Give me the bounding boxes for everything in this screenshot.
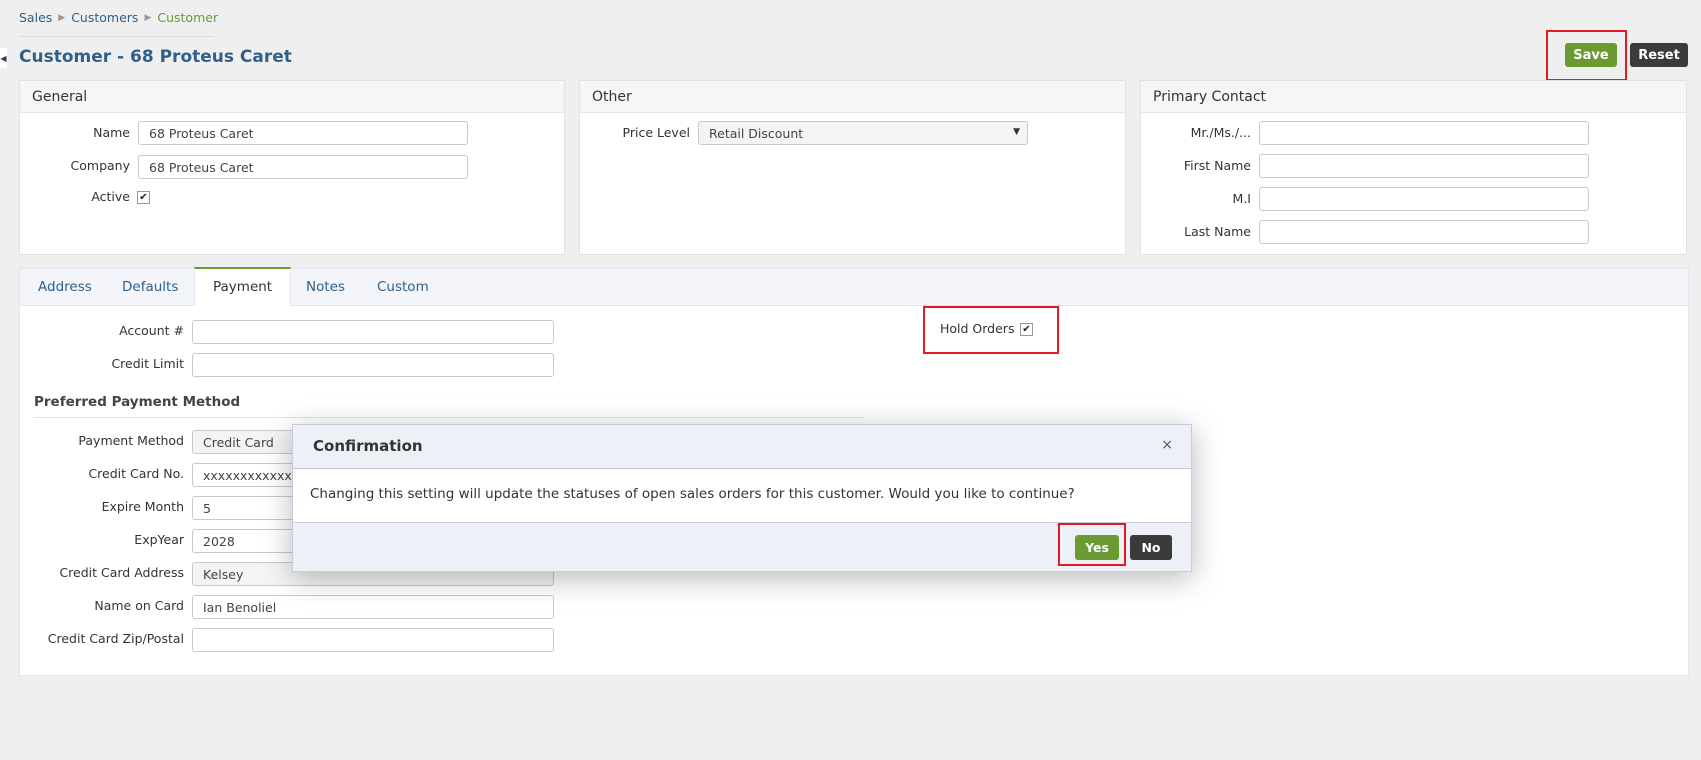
zip-label: Credit Card Zip/Postal (47, 631, 184, 646)
breadcrumb-sales[interactable]: Sales (19, 10, 52, 25)
sidebar-toggle[interactable]: ◀ (0, 48, 7, 68)
check-icon: ✔ (1022, 324, 1031, 335)
price-level-label: Price Level (622, 125, 690, 140)
card-address-label: Credit Card Address (59, 565, 184, 580)
general-panel-title: General (20, 81, 564, 113)
yes-button[interactable]: Yes (1075, 535, 1119, 560)
confirmation-dialog: Confirmation × Changing this setting wil… (292, 424, 1192, 572)
mi-input[interactable] (1259, 187, 1589, 211)
active-checkbox[interactable]: ✔ (137, 191, 150, 204)
no-button[interactable]: No (1130, 535, 1172, 560)
breadcrumb-customer: Customer (157, 10, 219, 25)
dialog-message: Changing this setting will update the st… (293, 468, 1191, 523)
exp-year-label: ExpYear (134, 532, 184, 547)
preferred-payment-title: Preferred Payment Method (34, 394, 241, 410)
tab-notes[interactable]: Notes (288, 269, 363, 307)
primary-contact-panel-title: Primary Contact (1141, 81, 1686, 113)
account-label: Account # (119, 323, 184, 338)
zip-input[interactable] (192, 628, 554, 652)
chevron-right-icon: ▶ (144, 12, 152, 23)
reset-button[interactable]: Reset (1630, 43, 1688, 67)
check-icon: ✔ (139, 192, 148, 203)
section-divider (34, 417, 864, 418)
company-label: Company (70, 158, 130, 173)
first-name-label: First Name (1183, 158, 1251, 173)
name-label: Name (93, 125, 130, 140)
last-name-input[interactable] (1259, 220, 1589, 244)
breadcrumb: Sales ▶ Customers ▶ Customer (19, 10, 218, 25)
name-input[interactable]: 68 Proteus Caret (138, 121, 468, 145)
general-panel: General Name 68 Proteus Caret Company 68… (19, 80, 565, 255)
chevron-right-icon: ▶ (58, 12, 66, 23)
dropdown-arrow-icon: ▼ (1013, 127, 1020, 137)
breadcrumb-customers[interactable]: Customers (71, 10, 138, 25)
hold-orders-checkbox[interactable]: ✔ (1020, 323, 1033, 336)
tabs-bar: Address Defaults Payment Notes Custom (19, 267, 1689, 307)
breadcrumb-divider (19, 36, 214, 37)
primary-contact-panel: Primary Contact Mr./Ms./... First Name M… (1140, 80, 1687, 255)
expire-month-label: Expire Month (101, 499, 184, 514)
mr-label: Mr./Ms./... (1190, 125, 1251, 140)
page-title: Customer - 68 Proteus Caret (19, 47, 292, 67)
company-input[interactable]: 68 Proteus Caret (138, 155, 468, 179)
name-on-card-input[interactable]: Ian Benoliel (192, 595, 554, 619)
credit-limit-input[interactable] (192, 353, 554, 377)
last-name-label: Last Name (1184, 224, 1251, 239)
first-name-input[interactable] (1259, 154, 1589, 178)
account-input[interactable] (192, 320, 554, 344)
dialog-title: Confirmation (313, 437, 423, 455)
mi-label: M.I (1232, 191, 1251, 206)
tab-custom[interactable]: Custom (359, 269, 447, 307)
card-no-label: Credit Card No. (88, 466, 184, 481)
save-button[interactable]: Save (1565, 43, 1617, 67)
tab-defaults[interactable]: Defaults (104, 269, 196, 307)
other-panel: Other Price Level Retail Discount ▼ (579, 80, 1126, 255)
chevron-left-icon: ◀ (0, 53, 7, 63)
name-on-card-label: Name on Card (94, 598, 184, 613)
tab-address[interactable]: Address (20, 269, 110, 307)
credit-limit-label: Credit Limit (111, 356, 184, 371)
hold-orders-label: Hold Orders (940, 321, 1015, 336)
active-label: Active (91, 189, 130, 204)
other-panel-title: Other (580, 81, 1125, 113)
price-level-select[interactable]: Retail Discount ▼ (698, 121, 1028, 145)
mr-input[interactable] (1259, 121, 1589, 145)
payment-method-label: Payment Method (78, 433, 184, 448)
tab-payment[interactable]: Payment (194, 267, 292, 306)
price-level-value: Retail Discount (709, 126, 804, 141)
close-icon[interactable]: × (1161, 437, 1173, 453)
